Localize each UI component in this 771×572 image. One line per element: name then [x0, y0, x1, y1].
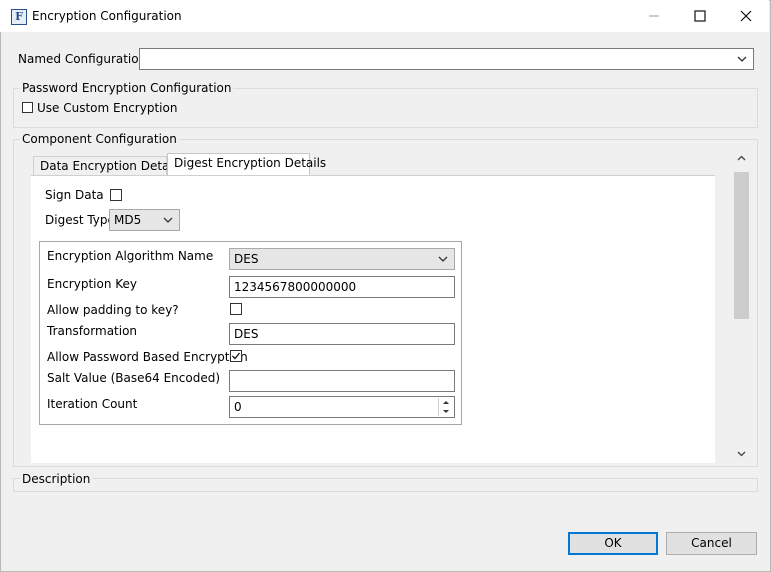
chevron-down-icon — [737, 56, 747, 62]
description-title: Description — [20, 472, 93, 486]
use-custom-encryption-label: Use Custom Encryption — [37, 101, 178, 115]
named-config-label: Named Configuration — [18, 52, 147, 66]
allow-padding-label: Allow padding to key? — [47, 303, 179, 317]
scroll-thumb[interactable] — [734, 172, 749, 319]
ok-button[interactable]: OK — [568, 532, 658, 555]
window-title: Encryption Configuration — [32, 9, 182, 23]
minimize-button[interactable] — [631, 0, 677, 32]
maximize-button[interactable] — [677, 0, 723, 32]
pbe-checkbox[interactable] — [230, 350, 242, 362]
cancel-button[interactable]: Cancel — [666, 532, 757, 555]
digest-type-select[interactable]: MD5 — [109, 209, 180, 231]
iteration-count-input[interactable]: 0 — [229, 396, 455, 418]
algorithm-value: DES — [234, 252, 259, 266]
scroll-down-icon[interactable] — [733, 445, 750, 462]
encryption-key-label: Encryption Key — [47, 277, 137, 291]
maximize-icon — [694, 10, 706, 22]
spin-down-icon[interactable] — [439, 407, 453, 416]
close-button[interactable] — [723, 0, 769, 32]
transformation-input[interactable]: DES — [229, 323, 455, 345]
allow-padding-checkbox[interactable] — [230, 303, 242, 315]
title-bar: F Encryption Configuration — [0, 0, 769, 32]
named-config-select[interactable] — [139, 48, 754, 70]
sign-data-checkbox[interactable] — [110, 189, 122, 201]
pbe-label: Allow Password Based Encryption — [47, 350, 248, 364]
algorithm-select[interactable]: DES — [229, 248, 455, 270]
description-group — [13, 478, 758, 492]
vertical-scrollbar[interactable] — [733, 150, 750, 462]
sign-data-label: Sign Data — [45, 188, 104, 202]
salt-input[interactable] — [229, 370, 455, 392]
encryption-key-input[interactable]: 1234567800000000 — [229, 276, 455, 298]
tab-data-encryption[interactable]: Data Encryption Details — [33, 156, 182, 176]
close-icon — [740, 10, 752, 22]
chevron-down-icon — [438, 256, 448, 262]
digest-type-label: Digest Type — [45, 213, 115, 227]
salt-label: Salt Value (Base64 Encoded) — [47, 371, 221, 385]
chevron-down-icon — [163, 217, 173, 223]
transformation-label: Transformation — [47, 324, 138, 338]
digest-type-value: MD5 — [114, 213, 142, 227]
use-custom-encryption-checkbox[interactable] — [22, 102, 33, 113]
iteration-label: Iteration Count — [47, 397, 138, 411]
scroll-up-icon[interactable] — [733, 150, 750, 167]
component-group-title: Component Configuration — [20, 132, 179, 146]
iteration-spinner[interactable] — [438, 398, 453, 416]
app-logo-icon: F — [11, 9, 27, 25]
checkmark-icon — [232, 352, 241, 360]
tab-digest-encryption[interactable]: Digest Encryption Details — [167, 153, 326, 175]
password-group-title: Password Encryption Configuration — [20, 81, 234, 95]
algorithm-label: Encryption Algorithm Name — [47, 249, 214, 263]
minimize-icon — [649, 15, 659, 17]
spin-up-icon[interactable] — [439, 398, 453, 407]
